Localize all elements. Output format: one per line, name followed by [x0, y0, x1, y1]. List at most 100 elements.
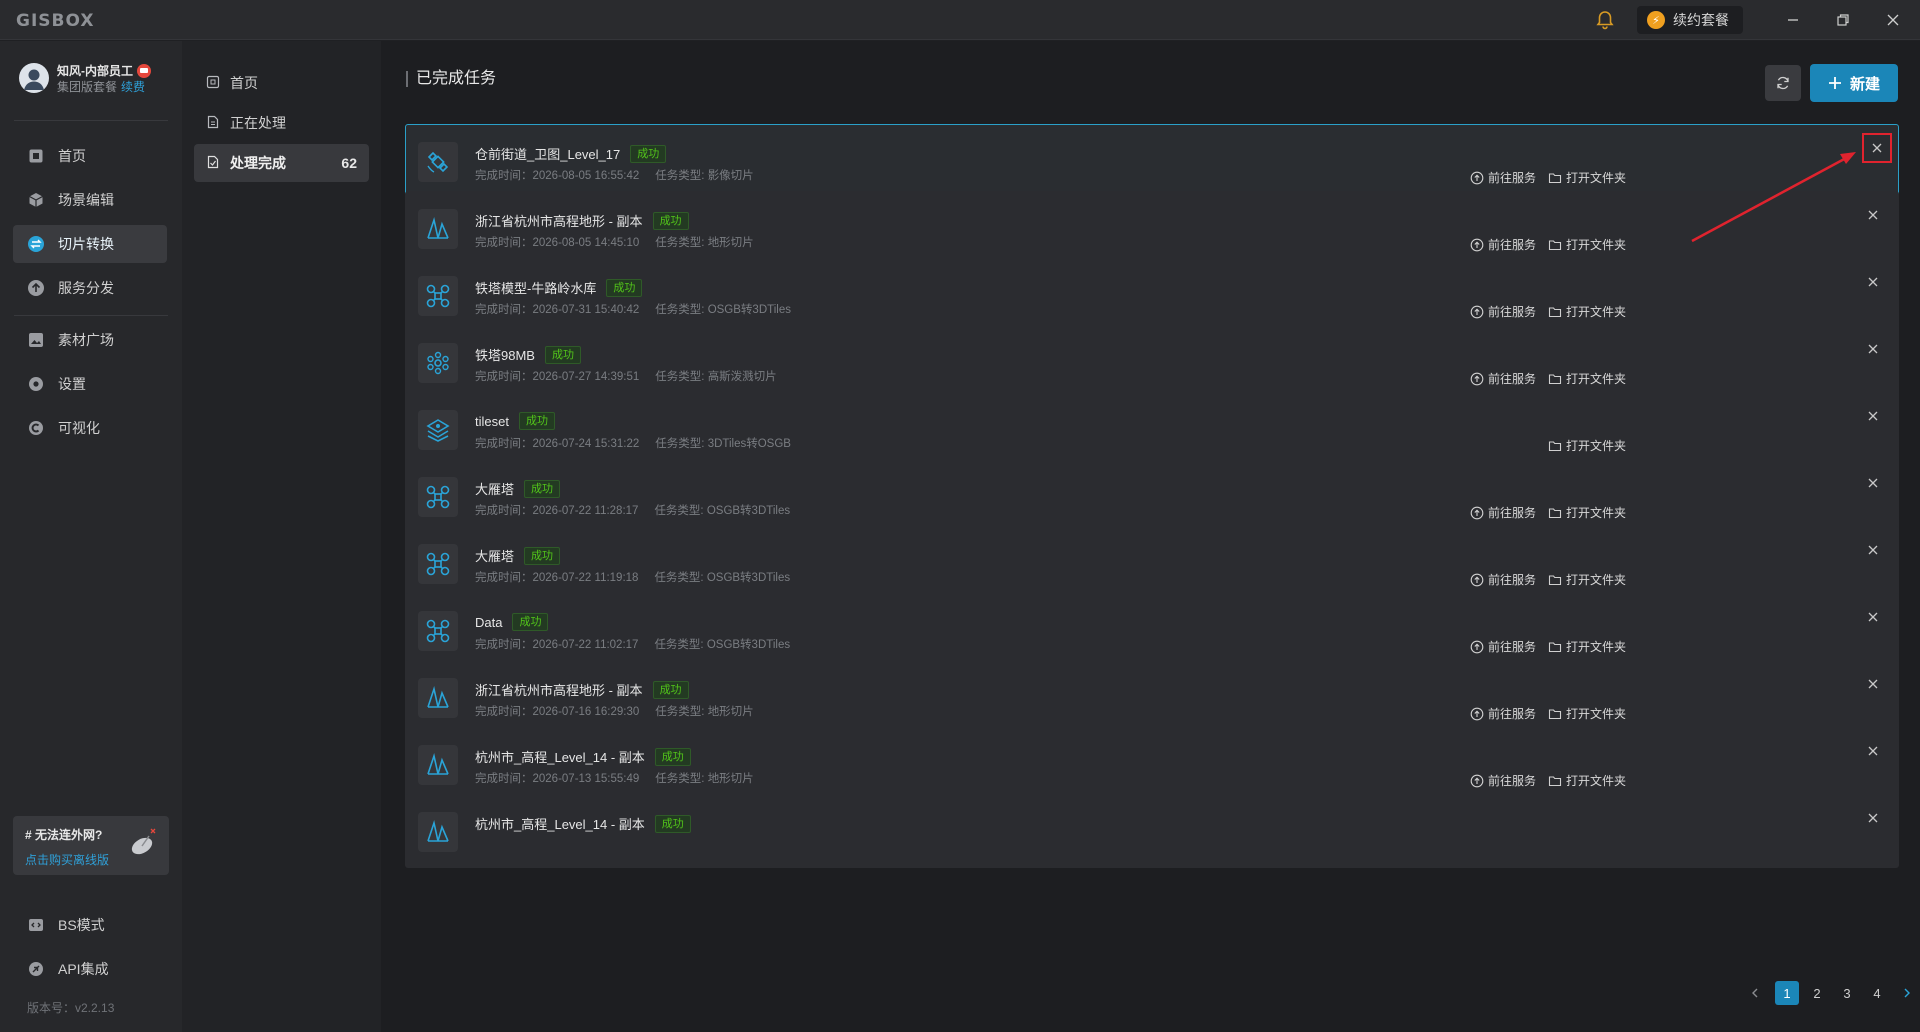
task-card[interactable]: 铁塔模型-牛路岭水库 成功 完成时间：2026-07-31 15:40:42 任务类型…: [405, 258, 1899, 332]
status-badge: 成功: [652, 680, 689, 699]
go-to-service-button[interactable]: 前往服务: [1470, 504, 1536, 521]
go-to-service-label: 前往服务: [1488, 171, 1537, 185]
code-icon: [27, 916, 45, 934]
type-prefix: 任务类型:: [655, 706, 708, 718]
task-name: 大雁塔: [475, 482, 515, 497]
go-to-service-label: 前往服务: [1488, 238, 1537, 252]
type-prefix: 任务类型:: [655, 371, 708, 383]
remove-task-button[interactable]: [1864, 675, 1882, 693]
nav-item-material-plaza[interactable]: 素材广场: [13, 321, 167, 359]
page-button[interactable]: 4: [1865, 981, 1889, 1005]
task-card[interactable]: 杭州市_高程_Level_14 - 副本 成功 完成时间：2026-07-13 15…: [405, 727, 1899, 801]
subnav-item-home[interactable]: 首页: [194, 64, 369, 102]
page-button[interactable]: 1: [1775, 981, 1799, 1005]
open-folder-button[interactable]: 打开文件夹: [1548, 169, 1626, 186]
user-name: 知风-内部员工: [57, 64, 133, 78]
open-folder-button[interactable]: 打开文件夹: [1548, 772, 1626, 789]
open-folder-button[interactable]: 打开文件夹: [1548, 638, 1626, 655]
open-folder-button[interactable]: 打开文件夹: [1548, 571, 1626, 588]
go-to-service-label: 前往服务: [1488, 774, 1537, 788]
subnav-item-completed[interactable]: 处理完成 62: [194, 144, 369, 182]
remove-task-button[interactable]: [1864, 742, 1882, 760]
offline-promo-banner[interactable]: # 无法连外网? 点击购买离线版: [13, 816, 169, 875]
nav-item-api-integration[interactable]: API集成: [13, 950, 167, 988]
nav-item-scene-edit[interactable]: 场景编辑: [13, 181, 167, 219]
remove-task-button[interactable]: [1864, 809, 1882, 827]
task-type: 地形切片: [707, 237, 754, 249]
restore-button[interactable]: [1830, 8, 1856, 32]
go-to-service-button[interactable]: 前往服务: [1470, 571, 1536, 588]
task-card[interactable]: 铁塔98MB 成功 完成时间：2026-07-27 14:39:51 任务类型: 高斯…: [405, 325, 1899, 399]
nav-item-visualization[interactable]: 可视化: [13, 409, 167, 447]
time-prefix: 完成时间：: [475, 304, 533, 316]
cloud-upload-icon: [1470, 506, 1484, 519]
left-sidebar: 知风-内部员工 集团版套餐续费 首页 场景编辑 切片转换 服务分发 素材广场: [0, 41, 182, 1032]
task-list[interactable]: 仓前街道_卫图_Level_17 成功 完成时间：2026-08-05 16:55:…: [405, 124, 1899, 975]
folder-icon: [1548, 708, 1562, 719]
remove-task-button[interactable]: [1864, 206, 1882, 224]
bolt-icon: ⚡: [1647, 11, 1665, 29]
task-card[interactable]: 浙江省杭州市高程地形 - 副本 成功 完成时间：2026-07-16 16:29:3…: [405, 660, 1899, 734]
subnav-item-processing[interactable]: 正在处理: [194, 104, 369, 142]
task-card[interactable]: 杭州市_高程_Level_14 - 副本 成功: [405, 794, 1899, 868]
user-profile[interactable]: 知风-内部员工 集团版套餐 续费: [19, 63, 151, 95]
page-button[interactable]: 2: [1805, 981, 1829, 1005]
task-card[interactable]: 仓前街道_卫图_Level_17 成功 完成时间：2026-08-05 16:55:…: [405, 124, 1899, 198]
nav-item-tile-convert[interactable]: 切片转换: [13, 225, 167, 263]
bell-icon[interactable]: [1594, 9, 1616, 31]
go-to-service-button[interactable]: 前往服务: [1470, 370, 1536, 387]
task-time: 2026-07-22 11:19:18: [532, 572, 639, 584]
terrain-icon: [418, 745, 458, 785]
go-to-service-button[interactable]: 前往服务: [1470, 772, 1536, 789]
refresh-button[interactable]: [1765, 65, 1801, 101]
type-prefix: 任务类型:: [655, 237, 708, 249]
open-folder-button[interactable]: 打开文件夹: [1548, 236, 1626, 253]
open-folder-button[interactable]: 打开文件夹: [1548, 504, 1626, 521]
remove-task-button[interactable]: [1862, 133, 1892, 163]
go-to-service-label: 前往服务: [1488, 305, 1537, 319]
nav-item-label: 服务分发: [58, 280, 114, 296]
task-card[interactable]: tileset 成功 完成时间：2026-07-24 15:31:22 任务类型: 3…: [405, 392, 1899, 466]
open-folder-button[interactable]: 打开文件夹: [1548, 705, 1626, 722]
open-folder-button[interactable]: 打开文件夹: [1548, 370, 1626, 387]
home-outline-icon: [206, 75, 220, 92]
nav-item-bs-mode[interactable]: BS模式: [13, 906, 167, 944]
next-page-button[interactable]: [1895, 981, 1919, 1005]
nav-item-home[interactable]: 首页: [13, 137, 167, 175]
task-card[interactable]: 大雁塔 成功 完成时间：2026-07-22 11:28:17 任务类型: OSGB转…: [405, 459, 1899, 533]
remove-task-button[interactable]: [1864, 541, 1882, 559]
close-window-button[interactable]: [1880, 8, 1906, 32]
remove-task-button[interactable]: [1864, 407, 1882, 425]
go-to-service-button[interactable]: 前往服务: [1470, 638, 1536, 655]
renew-plan-button[interactable]: ⚡ 续约套餐: [1637, 6, 1743, 34]
remove-task-button[interactable]: [1864, 340, 1882, 358]
go-to-service-button[interactable]: 前往服务: [1470, 169, 1536, 186]
go-to-service-button[interactable]: 前往服务: [1470, 303, 1536, 320]
open-folder-button[interactable]: 打开文件夹: [1548, 437, 1626, 454]
nav-item-settings[interactable]: 设置: [13, 365, 167, 403]
page-button[interactable]: 3: [1835, 981, 1859, 1005]
open-folder-button[interactable]: 打开文件夹: [1548, 303, 1626, 320]
remove-task-button[interactable]: [1864, 474, 1882, 492]
time-prefix: 完成时间：: [475, 438, 533, 450]
nav-item-service-dist[interactable]: 服务分发: [13, 269, 167, 307]
task-time: 2026-07-24 15:31:22: [532, 438, 640, 450]
go-to-service-button[interactable]: 前往服务: [1470, 705, 1536, 722]
remove-task-button[interactable]: [1864, 273, 1882, 291]
title-bar: GISBOX ⚡ 续约套餐: [0, 0, 1920, 40]
renew-link[interactable]: 续费: [121, 80, 145, 94]
task-card[interactable]: 浙江省杭州市高程地形 - 副本 成功 完成时间：2026-08-05 14:45:1…: [405, 191, 1899, 265]
task-card[interactable]: Data 成功 完成时间：2026-07-22 11:02:17 任务类型: OSGB…: [405, 593, 1899, 667]
go-to-service-label: 前往服务: [1488, 372, 1537, 386]
go-to-service-button[interactable]: 前往服务: [1470, 236, 1536, 253]
minimize-button[interactable]: [1780, 8, 1806, 32]
new-task-button[interactable]: 新建: [1810, 64, 1898, 102]
task-name: 铁塔98MB: [475, 348, 535, 363]
task-card[interactable]: 大雁塔 成功 完成时间：2026-07-22 11:19:18 任务类型: OSGB转…: [405, 526, 1899, 600]
remove-task-button[interactable]: [1864, 608, 1882, 626]
nav-item-label: BS模式: [58, 917, 105, 933]
app-window: GISBOX ⚡ 续约套餐 知风-内部员工 集团版套餐 续费 首页 场景编辑 切…: [0, 0, 1920, 1032]
time-prefix: 完成时间：: [475, 371, 533, 383]
prev-page-button[interactable]: [1743, 981, 1767, 1005]
folder-icon: [1548, 172, 1562, 183]
